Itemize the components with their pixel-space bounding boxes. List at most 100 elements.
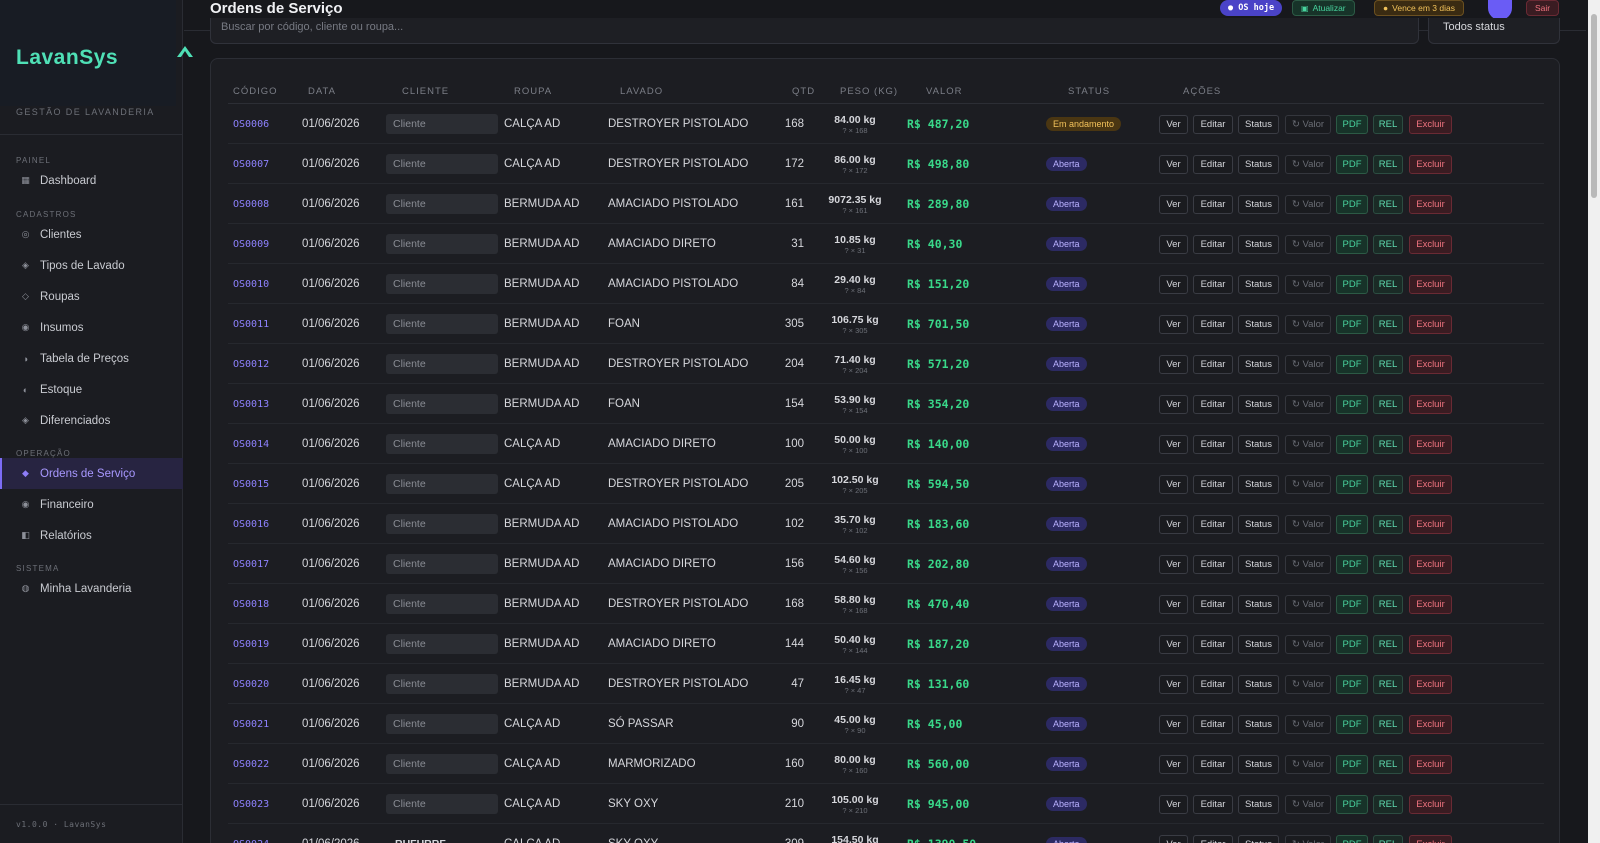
client-chip[interactable]: Cliente xyxy=(386,154,498,174)
pdf-button[interactable]: PDF xyxy=(1336,835,1368,843)
order-code-link[interactable]: OS0014 xyxy=(233,424,269,464)
report-button[interactable]: REL xyxy=(1373,435,1403,454)
order-code-link[interactable]: OS0008 xyxy=(233,184,269,224)
pdf-button[interactable]: PDF xyxy=(1336,395,1368,414)
order-code-link[interactable]: OS0012 xyxy=(233,344,269,384)
sidebar-item-minha-lavanderia[interactable]: ◍ Minha Lavanderia xyxy=(0,573,183,604)
status-button[interactable]: Status xyxy=(1238,355,1279,374)
delete-button[interactable]: Excluir xyxy=(1409,715,1452,734)
table-row[interactable]: OS0022 01/06/2026 Cliente CALÇA AD MARMORIZA… xyxy=(228,744,1544,784)
recalc-value-button[interactable]: ↻ Valor xyxy=(1285,595,1331,614)
order-code-link[interactable]: OS0006 xyxy=(233,104,269,144)
client-chip[interactable]: Cliente xyxy=(386,754,498,774)
sidebar-item-tipos-de-lavado[interactable]: ◈ Tipos de Lavado xyxy=(0,250,183,281)
status-button[interactable]: Status xyxy=(1238,195,1279,214)
edit-button[interactable]: Editar xyxy=(1193,395,1233,414)
report-button[interactable]: REL xyxy=(1373,835,1403,843)
report-button[interactable]: REL xyxy=(1373,355,1403,374)
sidebar-item-tabela-de-precos[interactable]: ◑ Tabela de Preços xyxy=(0,343,183,374)
order-code-link[interactable]: OS0016 xyxy=(233,504,269,544)
report-button[interactable]: REL xyxy=(1373,475,1403,494)
view-button[interactable]: Ver xyxy=(1159,155,1188,174)
client-chip[interactable]: Cliente xyxy=(386,394,498,414)
order-code-link[interactable]: OS0021 xyxy=(233,704,269,744)
edit-button[interactable]: Editar xyxy=(1193,275,1233,294)
sidebar-item-financeiro[interactable]: ◉ Financeiro xyxy=(0,489,183,520)
status-button[interactable]: Status xyxy=(1238,315,1279,334)
status-button[interactable]: Status xyxy=(1238,715,1279,734)
delete-button[interactable]: Excluir xyxy=(1409,795,1452,814)
status-button[interactable]: Status xyxy=(1238,675,1279,694)
delete-button[interactable]: Excluir xyxy=(1409,635,1452,654)
client-chip[interactable]: Cliente xyxy=(386,714,498,734)
sidebar-item-ordens-de-servico[interactable]: ◆ Ordens de Serviço xyxy=(0,458,183,489)
edit-button[interactable]: Editar xyxy=(1193,315,1233,334)
order-code-link[interactable]: OS0009 xyxy=(233,224,269,264)
delete-button[interactable]: Excluir xyxy=(1409,355,1452,374)
order-code-link[interactable]: OS0017 xyxy=(233,544,269,584)
order-code-link[interactable]: OS0020 xyxy=(233,664,269,704)
os-today-button[interactable]: ● OS hoje xyxy=(1220,0,1283,16)
edit-button[interactable]: Editar xyxy=(1193,835,1233,843)
delete-button[interactable]: Excluir xyxy=(1409,515,1452,534)
recalc-value-button[interactable]: ↻ Valor xyxy=(1285,755,1331,774)
recalc-value-button[interactable]: ↻ Valor xyxy=(1285,115,1331,134)
status-button[interactable]: Status xyxy=(1238,115,1279,134)
table-row[interactable]: OS0020 01/06/2026 Cliente BERMUDA AD DESTROY… xyxy=(228,664,1544,704)
view-button[interactable]: Ver xyxy=(1159,515,1188,534)
logout-button[interactable]: Sair xyxy=(1526,0,1560,16)
delete-button[interactable]: Excluir xyxy=(1409,755,1452,774)
delete-button[interactable]: Excluir xyxy=(1409,435,1452,454)
pdf-button[interactable]: PDF xyxy=(1336,435,1368,454)
client-chip[interactable]: Cliente xyxy=(386,354,498,374)
report-button[interactable]: REL xyxy=(1373,675,1403,694)
delete-button[interactable]: Excluir xyxy=(1409,275,1452,294)
edit-button[interactable]: Editar xyxy=(1193,755,1233,774)
delete-button[interactable]: Excluir xyxy=(1409,595,1452,614)
view-button[interactable]: Ver xyxy=(1159,675,1188,694)
recalc-value-button[interactable]: ↻ Valor xyxy=(1285,435,1331,454)
edit-button[interactable]: Editar xyxy=(1193,235,1233,254)
page-scrollbar[interactable] xyxy=(1588,0,1600,843)
pdf-button[interactable]: PDF xyxy=(1336,595,1368,614)
view-button[interactable]: Ver xyxy=(1159,275,1188,294)
view-button[interactable]: Ver xyxy=(1159,715,1188,734)
client-chip[interactable]: Cliente xyxy=(386,554,498,574)
edit-button[interactable]: Editar xyxy=(1193,515,1233,534)
view-button[interactable]: Ver xyxy=(1159,115,1188,134)
due-soon-button[interactable]: ● Vence em 3 dias xyxy=(1374,0,1464,16)
order-code-link[interactable]: OS0023 xyxy=(233,784,269,824)
client-chip[interactable]: Cliente xyxy=(386,594,498,614)
view-button[interactable]: Ver xyxy=(1159,475,1188,494)
pdf-button[interactable]: PDF xyxy=(1336,235,1368,254)
report-button[interactable]: REL xyxy=(1373,715,1403,734)
client-chip[interactable]: Cliente xyxy=(386,114,498,134)
delete-button[interactable]: Excluir xyxy=(1409,155,1452,174)
recalc-value-button[interactable]: ↻ Valor xyxy=(1285,795,1331,814)
pdf-button[interactable]: PDF xyxy=(1336,675,1368,694)
sidebar-item-relatorios[interactable]: ◧ Relatórios xyxy=(0,520,183,551)
view-button[interactable]: Ver xyxy=(1159,315,1188,334)
view-button[interactable]: Ver xyxy=(1159,355,1188,374)
status-button[interactable]: Status xyxy=(1238,835,1279,843)
sidebar-item-estoque[interactable]: ◐ Estoque xyxy=(0,374,183,405)
status-button[interactable]: Status xyxy=(1238,595,1279,614)
sidebar-item-insumos[interactable]: ◉ Insumos xyxy=(0,312,183,343)
recalc-value-button[interactable]: ↻ Valor xyxy=(1285,275,1331,294)
table-row[interactable]: OS0012 01/06/2026 Cliente BERMUDA AD DESTROY… xyxy=(228,344,1544,384)
recalc-value-button[interactable]: ↻ Valor xyxy=(1285,715,1331,734)
view-button[interactable]: Ver xyxy=(1159,235,1188,254)
view-button[interactable]: Ver xyxy=(1159,755,1188,774)
report-button[interactable]: REL xyxy=(1373,395,1403,414)
edit-button[interactable]: Editar xyxy=(1193,635,1233,654)
edit-button[interactable]: Editar xyxy=(1193,595,1233,614)
table-row[interactable]: OS0006 01/06/2026 Cliente CALÇA AD DESTROYER… xyxy=(228,104,1544,144)
table-row[interactable]: OS0019 01/06/2026 Cliente BERMUDA AD AMACIAD… xyxy=(228,624,1544,664)
pdf-button[interactable]: PDF xyxy=(1336,635,1368,654)
sidebar-item-roupas[interactable]: ◇ Roupas xyxy=(0,281,183,312)
view-button[interactable]: Ver xyxy=(1159,435,1188,454)
pdf-button[interactable]: PDF xyxy=(1336,715,1368,734)
pdf-button[interactable]: PDF xyxy=(1336,315,1368,334)
pdf-button[interactable]: PDF xyxy=(1336,275,1368,294)
order-code-link[interactable]: OS0013 xyxy=(233,384,269,424)
